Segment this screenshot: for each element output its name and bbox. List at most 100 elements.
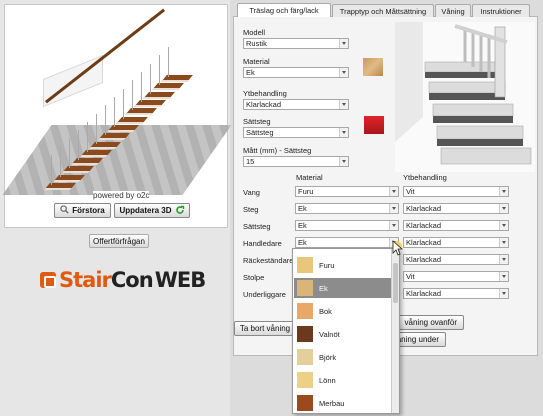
chevron-down-icon	[339, 128, 348, 137]
baluster	[96, 113, 97, 144]
finish-select[interactable]: Klarlackad	[243, 99, 349, 110]
row-label: Underliggare	[243, 290, 286, 299]
option-label: Merbau	[319, 398, 345, 408]
stair-preview-image	[395, 22, 535, 172]
tab-wood-and-color[interactable]: Träslag och färg/lack	[237, 3, 331, 17]
row-finish-select[interactable]: Klarlackad	[403, 288, 509, 299]
dropdown-option[interactable]: Merbau	[294, 393, 391, 413]
row-finish-select[interactable]: Klarlackad	[403, 203, 509, 214]
row-material-select[interactable]: Ek	[295, 237, 399, 248]
baluster	[60, 146, 61, 177]
dropdown-option[interactable]: Lönn	[294, 370, 391, 390]
handrail-model	[45, 8, 166, 104]
row-finish-value: Vit	[406, 187, 415, 196]
row-material-value: Ek	[298, 221, 307, 230]
dropdown-option[interactable]: Ek	[294, 278, 391, 298]
material-label: Material	[243, 57, 270, 66]
wood-swatch	[297, 280, 313, 296]
baluster	[87, 121, 88, 152]
scrollbar-thumb[interactable]	[393, 263, 398, 303]
row-material-select[interactable]: Ek	[295, 203, 399, 214]
option-label: Björk	[319, 352, 337, 362]
riser-size-label: Mått (mm) - Sättsteg	[243, 146, 312, 155]
row-label: Steg	[243, 205, 259, 214]
chevron-down-icon	[499, 187, 508, 196]
row-material-value: Ek	[298, 204, 307, 213]
chevron-down-icon	[339, 100, 348, 109]
row-finish-select[interactable]: Klarlackad	[403, 254, 509, 265]
row-material-select[interactable]: Furu	[295, 186, 399, 197]
row-label: Handledare	[243, 239, 282, 248]
row-material-select[interactable]: Ek	[295, 220, 399, 231]
riser-size-select[interactable]: 15	[243, 156, 349, 167]
model-value: Rustik	[246, 39, 267, 48]
row-finish-value: Klarlackad	[406, 255, 442, 264]
wood-swatch	[297, 395, 313, 411]
row-finish-value: Klarlackad	[406, 289, 442, 298]
wood-swatch	[297, 303, 313, 319]
logo-stair: Stair	[59, 268, 112, 292]
finish-value: Klarlackad	[246, 100, 282, 109]
riser-select[interactable]: Sättsteg	[243, 127, 349, 138]
chevron-down-icon	[389, 221, 398, 230]
baluster	[69, 138, 70, 169]
baluster	[141, 72, 142, 102]
dropdown-option[interactable]: Bok	[294, 301, 391, 321]
row-finish-select[interactable]: Vit	[403, 186, 509, 197]
stair-step	[143, 91, 175, 99]
3d-viewer[interactable]: powered by o2c	[2, 4, 232, 228]
row-label: Sättsteg	[243, 222, 271, 231]
chevron-down-icon	[499, 255, 508, 264]
mouse-cursor-icon	[390, 240, 404, 256]
logo-mark-icon	[40, 272, 56, 288]
baluster	[51, 155, 52, 185]
dropdown-scrollbar[interactable]	[391, 249, 399, 413]
chevron-down-icon	[499, 238, 508, 247]
row-finish-select[interactable]: Klarlackad	[403, 220, 509, 231]
chevron-down-icon	[339, 157, 348, 166]
chevron-down-icon	[499, 272, 508, 281]
powered-by-label: powered by o2c	[93, 191, 150, 200]
option-label: Bok	[319, 306, 332, 316]
riser-swatch	[364, 116, 384, 134]
stair-step	[116, 116, 148, 124]
dropdown-option[interactable]: Furu	[294, 255, 391, 275]
finish-label: Ytbehandling	[243, 89, 287, 98]
enlarge-label: Förstora	[72, 206, 105, 215]
stair-step	[161, 75, 193, 83]
material-select[interactable]: Ek	[243, 67, 349, 78]
option-label: Valnöt	[319, 329, 340, 339]
option-label: Lönn	[319, 375, 336, 385]
chevron-down-icon	[339, 68, 348, 77]
material-dropdown-list[interactable]: Furu Ek Bok Valnöt Björk Lönn Merbau	[292, 248, 400, 414]
logo-web: WEB	[154, 268, 207, 292]
baluster	[123, 88, 124, 119]
tab-floor[interactable]: Våning	[435, 4, 471, 17]
dropdown-option[interactable]: Björk	[294, 347, 391, 367]
baluster	[150, 63, 151, 94]
stair-step	[89, 141, 121, 149]
baluster	[114, 96, 115, 127]
col-finish-header: Ytbehandling	[403, 173, 447, 182]
tab-stair-type[interactable]: Trapptyp och Måttsättning	[332, 4, 434, 17]
magnifier-icon	[60, 205, 69, 216]
option-label: Ek	[319, 283, 328, 293]
material-value: Ek	[246, 68, 255, 77]
wood-swatch	[297, 257, 313, 273]
baluster	[168, 47, 169, 78]
enlarge-button[interactable]: Förstora	[54, 203, 111, 218]
row-label: Vang	[243, 188, 260, 197]
stair-step	[53, 174, 85, 182]
tab-instructions[interactable]: Instruktioner	[472, 4, 530, 17]
model-select[interactable]: Rustik	[243, 38, 349, 49]
remove-floor-button[interactable]: Ta bort våning	[234, 321, 296, 336]
refresh-icon	[175, 205, 185, 217]
baluster	[132, 80, 133, 111]
update-3d-button[interactable]: Uppdatera 3D	[114, 203, 190, 218]
offer-request-button[interactable]: Offertförfrågan	[89, 234, 149, 248]
dropdown-option[interactable]: Valnöt	[294, 324, 391, 344]
row-finish-select[interactable]: Vit	[403, 271, 509, 282]
row-finish-value: Klarlackad	[406, 238, 442, 247]
row-finish-select[interactable]: Klarlackad	[403, 237, 509, 248]
option-label: Furu	[319, 260, 335, 270]
